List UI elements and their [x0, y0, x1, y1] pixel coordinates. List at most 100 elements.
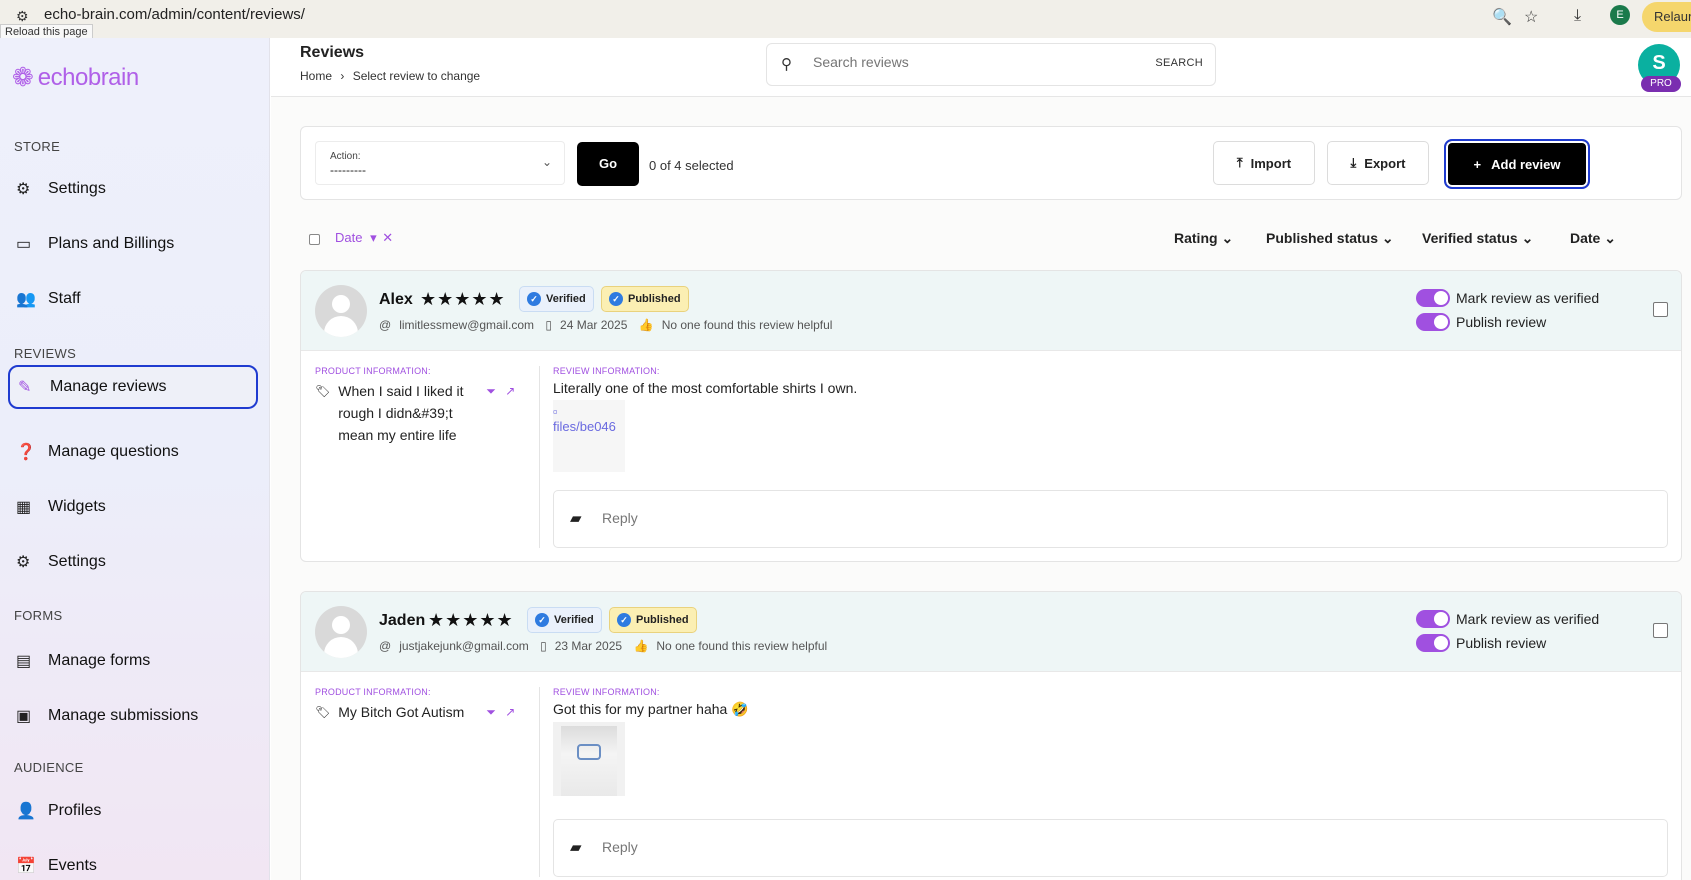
site-settings-icon[interactable]: ⚙: [16, 8, 29, 25]
logo[interactable]: ❁ echobrain: [12, 62, 139, 93]
product-info: PRODUCT INFORMATION: 🏷 My Bitch Got Auti…: [315, 687, 523, 723]
sidebar-item-events[interactable]: 📅 Events: [8, 844, 258, 880]
verify-toggle[interactable]: [1416, 610, 1450, 628]
reviewer-name: Alex: [379, 291, 413, 308]
import-label: Import: [1250, 155, 1292, 171]
download-icon: ⤓: [1350, 155, 1357, 170]
review-header: Alex ★★★★★ ✓ Verified ✓ Published @ limit…: [301, 271, 1681, 351]
sidebar-item-manage-forms[interactable]: ▤ Manage forms: [8, 639, 258, 683]
thumbs-up-icon: 👍: [638, 318, 654, 332]
address-bar[interactable]: echo-brain.com/admin/content/reviews/: [44, 6, 305, 23]
row-select-checkbox[interactable]: [1653, 623, 1668, 638]
bookmark-star-icon[interactable]: ☆: [1524, 7, 1538, 27]
external-link-icon[interactable]: ↗: [505, 384, 515, 398]
active-filter-chip[interactable]: Date ▾ ✕: [335, 230, 393, 246]
sort-published-status[interactable]: Published status ⌄: [1266, 230, 1394, 247]
sidebar-item-widgets[interactable]: ▦ Widgets: [8, 485, 258, 529]
review-info-label: REVIEW INFORMATION:: [553, 687, 660, 697]
action-select[interactable]: Action: --------- ⌄: [315, 141, 565, 185]
logo-text: echobrain: [37, 63, 139, 91]
remove-filter-icon[interactable]: ✕: [382, 230, 393, 245]
section-label-store: STORE: [14, 139, 61, 154]
sidebar-item-manage-reviews[interactable]: ✎ Manage reviews: [8, 365, 258, 409]
import-button[interactable]: ⤒ Import: [1213, 141, 1315, 185]
zoom-icon[interactable]: 🔍: [1492, 7, 1512, 27]
sidebar-item-store-settings[interactable]: ⚙ Settings: [8, 167, 258, 211]
browser-profile-avatar[interactable]: E: [1610, 5, 1630, 25]
download-icon[interactable]: ⤓: [1574, 7, 1581, 25]
sidebar-item-manage-submissions[interactable]: ▣ Manage submissions: [8, 694, 258, 738]
verify-toggle-row[interactable]: Mark review as verified: [1416, 289, 1599, 307]
chevron-down-icon: ⌄: [541, 155, 552, 169]
add-review-button[interactable]: + Add review: [1444, 139, 1590, 189]
external-link-icon[interactable]: ↗: [505, 705, 515, 719]
export-button[interactable]: ⤓ Export: [1327, 141, 1429, 185]
sidebar-item-review-settings[interactable]: ⚙ Settings: [8, 540, 258, 584]
reply-icon: ▰: [570, 839, 582, 856]
review-meta: @ limitlessmew@gmail.com ▯ 24 Mar 2025 👍 No…: [379, 318, 840, 332]
review-text: Got this for my partner haha 🤣: [553, 701, 749, 717]
sort-date[interactable]: Date ⌄: [1570, 230, 1616, 247]
add-review-label: Add review: [1491, 156, 1561, 172]
review-info-label: REVIEW INFORMATION:: [553, 366, 660, 376]
search-button[interactable]: SEARCH: [1155, 57, 1203, 69]
calendar-icon: ▯: [540, 639, 547, 653]
sort-rating[interactable]: Rating ⌄: [1174, 230, 1233, 247]
publish-toggle[interactable]: [1416, 313, 1450, 331]
gear-icon: ⚙: [16, 554, 31, 571]
review-image[interactable]: [553, 722, 625, 796]
publish-toggle-row[interactable]: Publish review: [1416, 634, 1546, 652]
go-button[interactable]: Go: [577, 142, 639, 186]
page-title: Reviews: [300, 44, 365, 61]
review-image[interactable]: ▫ files/be046: [553, 400, 625, 472]
person-icon: 👤: [16, 803, 36, 820]
product-name: My Bitch Got Autism: [338, 704, 465, 720]
select-all-checkbox[interactable]: [309, 234, 320, 245]
question-icon: ❓: [16, 444, 36, 461]
sidebar-item-label: Manage reviews: [50, 378, 167, 395]
sort-label: Rating: [1174, 230, 1218, 246]
sort-verified-status[interactable]: Verified status ⌄: [1422, 230, 1533, 247]
people-icon: 👥: [16, 291, 36, 308]
filter-icon[interactable]: ⏷: [486, 384, 496, 398]
brain-logo-icon: ❁: [12, 62, 34, 92]
search-bar: ⚲ SEARCH: [766, 43, 1216, 86]
active-filter-label: Date: [335, 230, 363, 245]
card-icon: ▭: [16, 236, 32, 253]
reviewer-name: Jaden: [379, 612, 426, 629]
reply-input[interactable]: ▰ Reply: [553, 819, 1668, 877]
column-divider: [539, 366, 540, 548]
filter-sort-row: Date ▾ ✕ Rating ⌄ Published status ⌄ Ver…: [300, 221, 1682, 253]
sidebar-item-plans[interactable]: ▭ Plans and Billings: [8, 222, 258, 266]
sidebar-item-staff[interactable]: 👥 Staff: [8, 277, 258, 321]
verify-toggle[interactable]: [1416, 289, 1450, 307]
thumbs-up-icon: 👍: [633, 639, 649, 653]
reply-input[interactable]: ▰ Reply: [553, 490, 1668, 548]
filter-icon[interactable]: ⏷: [486, 705, 496, 719]
helpful-count: No one found this review helpful: [656, 639, 828, 653]
column-divider: [539, 687, 540, 877]
submissions-icon: ▣: [16, 708, 32, 725]
bulk-action-bar: Action: --------- ⌄ Go 0 of 4 selected ⤒…: [300, 126, 1682, 200]
search-input[interactable]: [813, 54, 1113, 70]
reply-placeholder: Reply: [602, 510, 638, 526]
breadcrumb-home[interactable]: Home: [300, 69, 332, 83]
sidebar-item-manage-questions[interactable]: ❓ Manage questions: [8, 430, 258, 474]
star-rating: ★★★★★: [428, 610, 514, 630]
action-select-label: Action:: [330, 151, 361, 162]
sidebar-item-label: Staff: [48, 290, 81, 307]
publish-toggle[interactable]: [1416, 634, 1450, 652]
sidebar-item-profiles[interactable]: 👤 Profiles: [8, 789, 258, 833]
sidebar-item-label: Plans and Billings: [48, 235, 175, 252]
sort-label: Published status: [1266, 230, 1379, 246]
email-icon: @: [379, 318, 392, 332]
row-select-checkbox[interactable]: [1653, 302, 1668, 317]
publish-toggle-row[interactable]: Publish review: [1416, 313, 1546, 331]
section-label-reviews: REVIEWS: [14, 346, 77, 361]
relaunch-button[interactable]: Relaun: [1642, 2, 1691, 32]
widgets-icon: ▦: [16, 499, 32, 516]
verify-toggle-row[interactable]: Mark review as verified: [1416, 610, 1599, 628]
publish-toggle-label: Publish review: [1456, 635, 1547, 651]
breadcrumb: Home › Select review to change: [300, 69, 480, 83]
breadcrumb-separator: ›: [340, 69, 345, 83]
